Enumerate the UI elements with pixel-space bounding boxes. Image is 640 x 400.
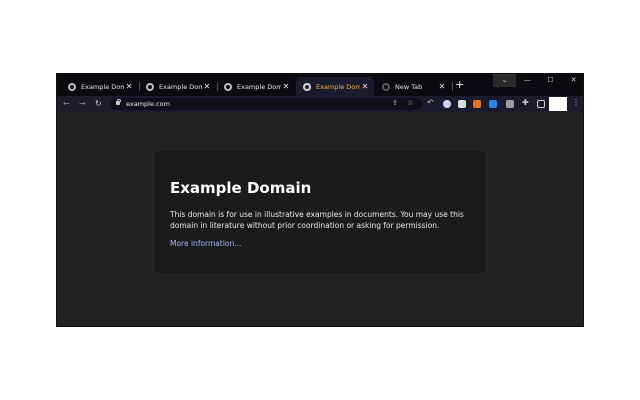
gray-extension-icon[interactable] — [506, 100, 514, 108]
reload-icon[interactable]: ↻ — [95, 98, 102, 110]
tab-3[interactable]: Example Domain ✕ — [217, 77, 295, 96]
close-icon[interactable]: ✕ — [202, 82, 212, 91]
fox-extension-icon[interactable] — [473, 100, 481, 108]
tab-search-dropdown-icon[interactable]: ⌄ — [493, 74, 516, 87]
browser-window: Example Domain ✕ Example Domain ✕ Exampl… — [56, 73, 584, 327]
sidebar-icon[interactable] — [537, 100, 545, 108]
tab-strip: Example Domain ✕ Example Domain ✕ Exampl… — [57, 74, 583, 96]
close-icon[interactable]: ✕ — [360, 82, 370, 91]
new-tab-button[interactable]: + — [455, 79, 464, 91]
minimize-button[interactable]: — — [516, 74, 539, 87]
tab-title: Example Domain — [159, 82, 202, 91]
menu-kebab-icon[interactable]: ⋮ — [572, 98, 580, 107]
tab-5[interactable]: New Tab ✕ — [375, 77, 451, 96]
address-bar[interactable]: example.com ⇪ ☆ — [110, 98, 422, 110]
close-icon[interactable]: ✕ — [281, 82, 291, 91]
new-tab-page-icon — [382, 82, 390, 91]
tab-title: Example Domain — [237, 82, 281, 91]
more-information-link[interactable]: More information... — [170, 239, 241, 248]
globe-icon — [303, 82, 311, 91]
globe-icon — [146, 82, 154, 91]
page-title: Example Domain — [170, 179, 312, 197]
blue-extension-icon[interactable] — [489, 100, 497, 108]
tab-title: Example Domain — [81, 82, 124, 91]
back-arrow-icon[interactable]: ← — [63, 98, 70, 110]
bookmark-star-icon[interactable]: ☆ — [407, 99, 413, 107]
browser-toolbar: ← → ↻ example.com ⇪ ☆ ↶ ✚ ⋮ — [57, 96, 583, 112]
globe-icon — [224, 82, 232, 91]
tab-title: New Tab — [395, 82, 423, 91]
tab-4-active[interactable]: Example Domain ✕ — [296, 77, 374, 96]
tab-title: Example Domain — [316, 82, 360, 91]
page-content: Example Domain This domain is for use in… — [57, 112, 583, 326]
close-icon[interactable]: ✕ — [437, 82, 447, 91]
content-card: Example Domain This domain is for use in… — [154, 151, 486, 273]
globe-icon — [68, 82, 76, 91]
profile-avatar[interactable] — [549, 97, 567, 111]
share-icon[interactable]: ⇪ — [392, 99, 398, 107]
puzzle-icon[interactable]: ✚ — [522, 98, 530, 107]
forward-arrow-icon[interactable]: → — [79, 98, 86, 110]
circle-extension-icon[interactable] — [443, 100, 451, 108]
reply-icon[interactable]: ↶ — [427, 98, 435, 107]
image-extension-icon[interactable] — [458, 100, 466, 108]
tab-2[interactable]: Example Domain ✕ — [139, 77, 216, 96]
url-text[interactable]: example.com — [126, 100, 170, 108]
tab-1[interactable]: Example Domain ✕ — [61, 77, 138, 96]
maximize-button[interactable]: ☐ — [539, 74, 562, 87]
window-close-button[interactable]: ✕ — [562, 74, 583, 87]
close-icon[interactable]: ✕ — [124, 82, 134, 91]
lock-icon[interactable] — [116, 99, 121, 105]
page-description: This domain is for use in illustrative e… — [170, 210, 464, 230]
tab-divider — [452, 82, 453, 91]
